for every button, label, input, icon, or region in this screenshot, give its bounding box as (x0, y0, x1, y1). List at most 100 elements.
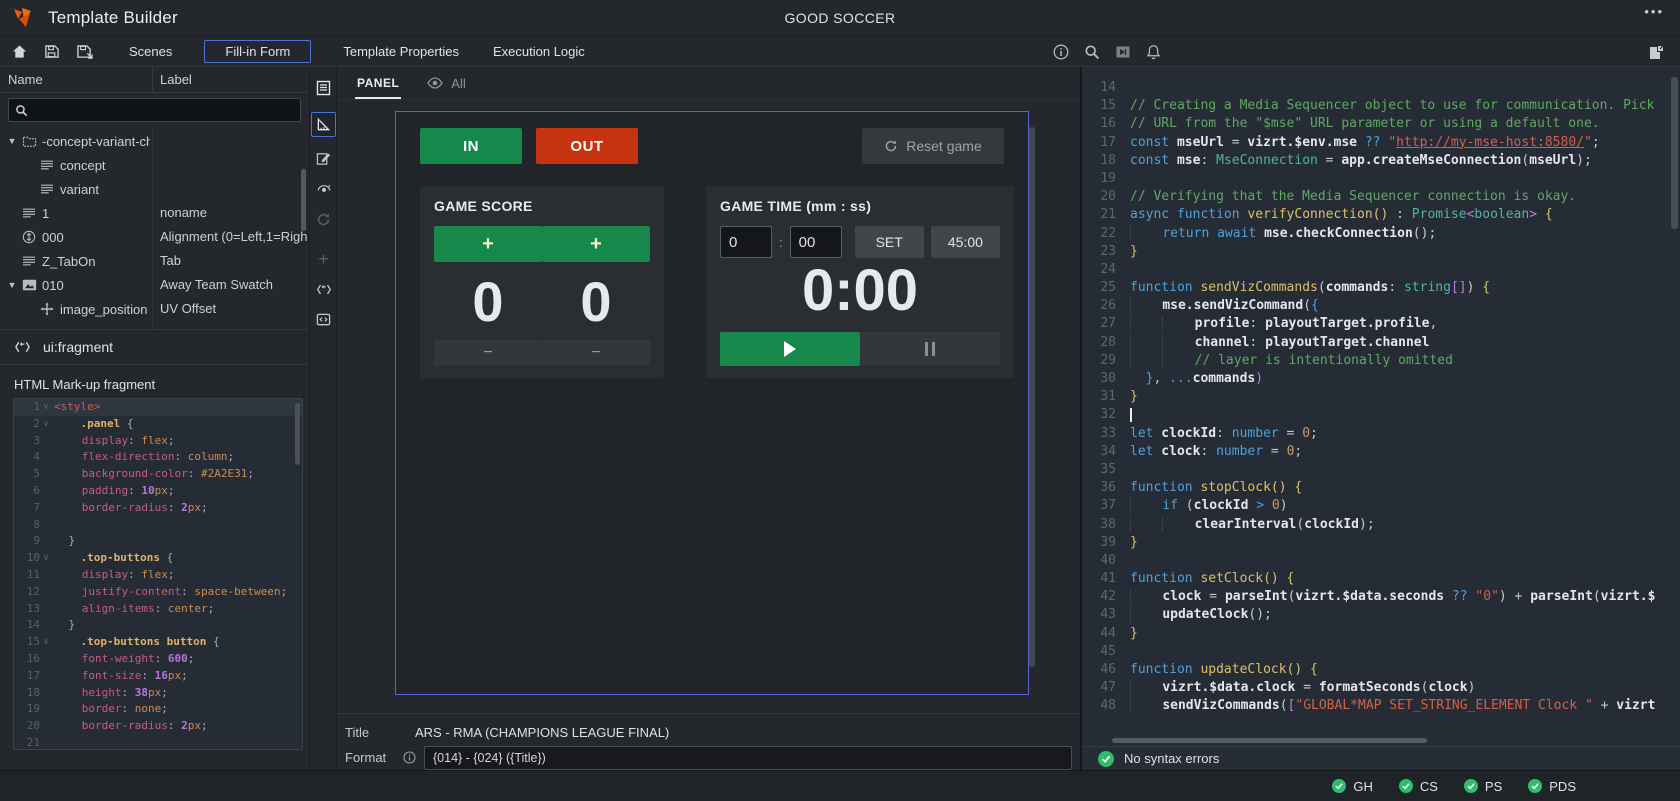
info-icon[interactable] (1053, 44, 1069, 60)
save-icon[interactable] (44, 44, 59, 59)
code-line[interactable]: 27 profile: playoutTarget.profile, (1082, 315, 1680, 333)
code-line[interactable]: 4 flex-direction: column; (14, 449, 302, 466)
tree-row[interactable]: concept (0, 153, 309, 177)
code-line[interactable]: 8 (14, 517, 302, 534)
code-line[interactable]: 47 vizrt.$data.clock = formatSeconds(clo… (1082, 679, 1680, 697)
tab-panel[interactable]: PANEL (355, 68, 401, 98)
refresh-icon[interactable] (311, 207, 336, 232)
editor-horizontal-scrollbar[interactable] (1082, 736, 1680, 746)
code-line[interactable]: 6 padding: 10px; (14, 483, 302, 500)
bell-icon[interactable] (1146, 44, 1161, 60)
code-line[interactable]: 9 } (14, 533, 302, 550)
tree-row[interactable]: image_positionUV Offset (0, 297, 309, 321)
nav-execution-logic[interactable]: Execution Logic (491, 40, 587, 63)
code-line[interactable]: 45 (1082, 643, 1680, 661)
code-line[interactable]: 39} (1082, 534, 1680, 552)
code-line[interactable]: 46function updateClock() { (1082, 661, 1680, 679)
away-score-minus-button[interactable]: − (542, 340, 650, 366)
code-line[interactable]: 35 (1082, 461, 1680, 479)
code-line[interactable]: 17 font-size: 16px; (14, 668, 302, 685)
code-line[interactable]: 2∨ .panel { (14, 416, 302, 433)
select-tool-icon[interactable] (311, 112, 336, 137)
search-icon[interactable] (1084, 44, 1100, 60)
fold-caret-icon[interactable]: ∨ (40, 634, 52, 651)
code-line[interactable]: 23} (1082, 243, 1680, 261)
in-button[interactable]: IN (420, 128, 522, 164)
preview-scrollbar[interactable] (1029, 127, 1035, 667)
code-line[interactable]: 3 display: flex; (14, 433, 302, 450)
play-clock-button[interactable] (720, 332, 860, 366)
preview-icon[interactable] (311, 176, 336, 201)
preset-time-button[interactable]: 45:00 (931, 226, 1000, 258)
tree-row[interactable]: ▼010Away Team Swatch (0, 273, 309, 297)
save-as-icon[interactable] (76, 44, 93, 59)
tree-row[interactable]: ▼-concept-variant-cho (0, 129, 309, 153)
code-line[interactable]: 21async function verifyConnection() : Pr… (1082, 206, 1680, 224)
nav-fill-in-form[interactable]: Fill-in Form (204, 40, 311, 63)
home-score-plus-button[interactable]: + (434, 226, 542, 262)
code-line[interactable]: 30 }, ...commands) (1082, 370, 1680, 388)
code-line[interactable]: 26 mse.sendVizCommand({ (1082, 297, 1680, 315)
overflow-menu-icon[interactable]: ••• (1644, 4, 1664, 19)
code-line[interactable]: 1∨<style> (14, 399, 302, 416)
set-time-button[interactable]: SET (855, 226, 924, 258)
code-line[interactable]: 11 display: flex; (14, 567, 302, 584)
code-line[interactable]: 16// URL from the "$mse" URL parameter o… (1082, 115, 1680, 133)
tree-row[interactable]: 000Alignment (0=Left,1=Right (0, 225, 309, 249)
code-line[interactable]: 42 clock = parseInt(vizrt.$data.seconds … (1082, 588, 1680, 606)
code-line[interactable]: 32 (1082, 406, 1680, 424)
code-line[interactable]: 31} (1082, 388, 1680, 406)
away-score-plus-button[interactable]: + (542, 226, 650, 262)
status-indicator-pds[interactable]: PDS (1528, 779, 1576, 794)
format-input[interactable] (424, 746, 1072, 770)
code-line[interactable]: 24 (1082, 261, 1680, 279)
status-indicator-gh[interactable]: GH (1332, 779, 1373, 794)
code-line[interactable]: 28 channel: playoutTarget.channel (1082, 334, 1680, 352)
code-line[interactable]: 13 align-items: center; (14, 601, 302, 618)
code-line[interactable]: 44} (1082, 625, 1680, 643)
code-line[interactable]: 18 height: 38px; (14, 685, 302, 702)
code-line[interactable]: 15∨ .top-buttons button { (14, 634, 302, 651)
code-line[interactable]: 21 (14, 735, 302, 750)
code-line[interactable]: 25function sendVizCommands(commands: str… (1082, 279, 1680, 297)
code-line[interactable]: 19 border: none; (14, 701, 302, 718)
code-line[interactable]: 33let clockId: number = 0; (1082, 425, 1680, 443)
format-info-icon[interactable] (403, 751, 416, 764)
fragment-tool-icon[interactable] (311, 277, 336, 302)
editor-vertical-scrollbar[interactable] (1671, 77, 1678, 229)
expand-caret-icon[interactable]: ▼ (4, 280, 20, 290)
code-line[interactable]: 15// Creating a Media Sequencer object t… (1082, 97, 1680, 115)
nav-template-properties[interactable]: Template Properties (341, 40, 461, 63)
code-line[interactable]: 19 (1082, 170, 1680, 188)
code-line[interactable]: 36function stopClock() { (1082, 479, 1680, 497)
code-line[interactable]: 41function setClock() { (1082, 570, 1680, 588)
panel-preview[interactable]: IN OUT Reset game GAME SCORE (395, 111, 1029, 695)
seconds-input[interactable] (790, 226, 842, 258)
fold-caret-icon[interactable]: ∨ (40, 416, 52, 433)
visibility-filter-label[interactable]: All (451, 76, 465, 91)
tree-row[interactable]: 1noname (0, 201, 309, 225)
edit-form-icon[interactable] (311, 146, 336, 171)
nav-scenes[interactable]: Scenes (127, 40, 174, 63)
code-line[interactable]: 40 (1082, 552, 1680, 570)
out-button[interactable]: OUT (536, 128, 638, 164)
code-line[interactable]: 38 clearInterval(clockId); (1082, 516, 1680, 534)
code-line[interactable]: 14 (1082, 79, 1680, 97)
form-panel-icon[interactable] (311, 75, 336, 100)
status-indicator-cs[interactable]: CS (1399, 779, 1438, 794)
script-editor[interactable]: 1415// Creating a Media Sequencer object… (1082, 67, 1680, 736)
fragment-editor-scrollbar[interactable] (295, 403, 300, 465)
code-line[interactable]: 18const mse: MseConnection = app.createM… (1082, 152, 1680, 170)
add-icon[interactable]: + (311, 247, 336, 272)
fold-caret-icon[interactable]: ∨ (40, 550, 52, 567)
code-line[interactable]: 22 return await mse.checkConnection(); (1082, 225, 1680, 243)
code-line[interactable]: 48 sendVizCommands(["GLOBAL*MAP SET_STRI… (1082, 697, 1680, 715)
console-icon[interactable] (1115, 44, 1131, 60)
code-line[interactable]: 17const mseUrl = vizrt.$env.mse ?? "http… (1082, 134, 1680, 152)
code-line[interactable]: 37 if (clockId > 0) (1082, 497, 1680, 515)
tree-row[interactable]: Z_TabOnTab (0, 249, 309, 273)
code-line[interactable]: 14 } (14, 617, 302, 634)
open-new-window-icon[interactable] (1648, 43, 1666, 61)
code-line[interactable]: 34let clock: number = 0; (1082, 443, 1680, 461)
code-line[interactable]: 16 font-weight: 600; (14, 651, 302, 668)
